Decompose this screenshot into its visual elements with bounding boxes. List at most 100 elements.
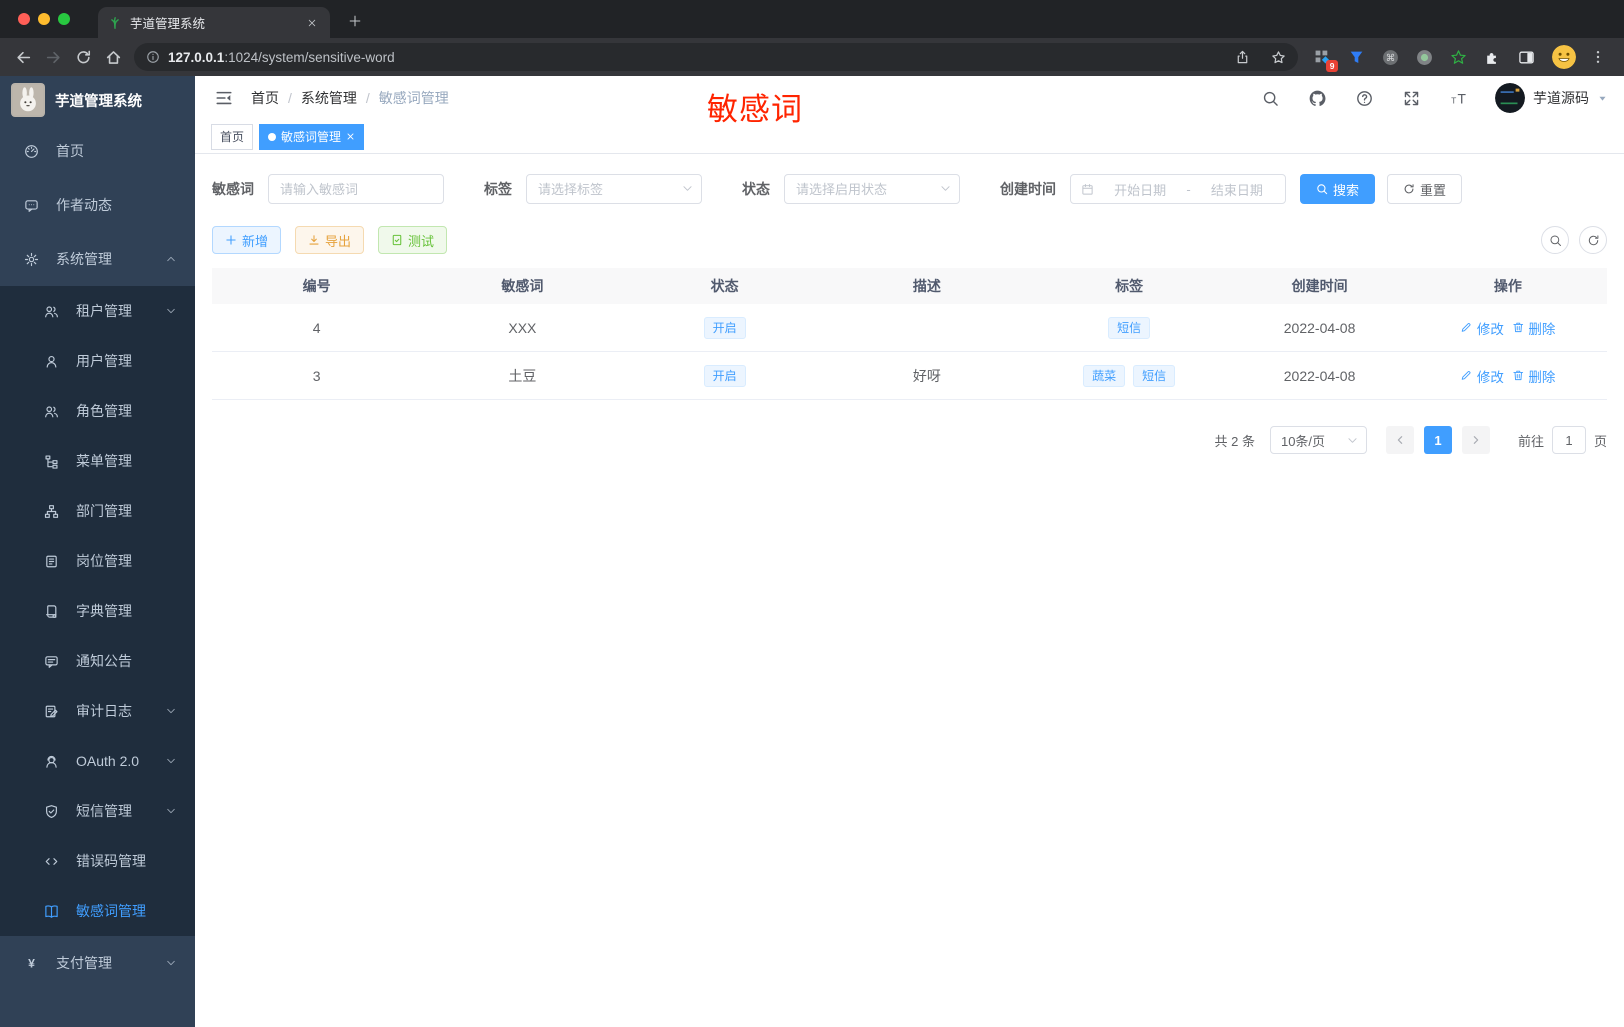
delete-button[interactable]: 删除 — [1512, 366, 1555, 386]
tag-chip: 短信 — [1108, 316, 1151, 339]
page-size-select[interactable] — [1269, 426, 1367, 454]
sidebar-subitem[interactable]: 错误码管理 — [0, 836, 195, 886]
zoom-window-button[interactable] — [58, 13, 70, 25]
filter-form: 敏感词 标签 状态 创建时间 开始 — [212, 174, 1607, 204]
sidebar-subitem[interactable]: 角色管理 — [0, 386, 195, 436]
sidebar-subitem[interactable]: 字典管理 — [0, 586, 195, 636]
sidebar-item[interactable]: 作者动态 — [0, 178, 195, 232]
action-label: 修改 — [1476, 321, 1504, 337]
table-row: 3 土豆 开启 好呀 蔬菜 短信 2022-04-08 修改 删除 — [212, 352, 1607, 400]
extension-command-icon[interactable]: ⌘ — [1378, 45, 1402, 69]
sidebar-subitem[interactable]: 短信管理 — [0, 786, 195, 836]
sidebar-item-label: 作者动态 — [56, 197, 112, 213]
sidebar-subitem[interactable]: 部门管理 — [0, 486, 195, 536]
sidebar-logo[interactable]: 芋道管理系统 — [0, 76, 195, 124]
date-separator: - — [1186, 181, 1191, 197]
status-select[interactable] — [784, 174, 960, 204]
new-tab-button[interactable] — [342, 8, 368, 34]
minimize-window-button[interactable] — [38, 13, 50, 25]
reset-button[interactable]: 重置 — [1387, 174, 1463, 204]
sidebar-fold-icon[interactable] — [211, 85, 237, 111]
close-icon[interactable] — [346, 132, 355, 141]
sidebar-subitem[interactable]: 岗位管理 — [0, 536, 195, 586]
refresh-icon — [1403, 183, 1415, 195]
browser-menu-icon[interactable] — [1586, 45, 1610, 69]
prev-page-button[interactable] — [1385, 426, 1414, 454]
toggle-search-button[interactable] — [1541, 226, 1569, 254]
next-page-button[interactable] — [1461, 426, 1490, 454]
goto-page-input[interactable] — [1551, 426, 1586, 454]
share-icon[interactable] — [1228, 43, 1256, 71]
site-info-icon[interactable] — [146, 50, 160, 64]
add-button[interactable]: 新增 — [212, 226, 282, 254]
edit-button[interactable]: 修改 — [1460, 366, 1504, 386]
sidebar-subitem[interactable]: 租户管理 — [0, 286, 195, 336]
test-button[interactable]: 测试 — [378, 226, 448, 254]
sidebar-item[interactable]: 首页 — [0, 124, 195, 178]
forward-button[interactable] — [38, 42, 68, 72]
column-header: 敏感词 — [501, 278, 544, 294]
sidebar-subitem[interactable]: 通知公告 — [0, 636, 195, 686]
address-bar[interactable]: 127.0.0.1:1024/system/sensitive-word — [134, 43, 1298, 71]
extensions-puzzle-icon[interactable] — [1480, 45, 1504, 69]
fullscreen-icon[interactable] — [1399, 86, 1423, 110]
back-button[interactable] — [8, 42, 38, 72]
tag-select[interactable] — [526, 174, 702, 204]
extension-funnel-icon[interactable] — [1344, 45, 1368, 69]
cell-created-at: 2022-04-08 — [1283, 367, 1356, 384]
user-menu[interactable]: 芋道源码 — [1495, 83, 1608, 113]
github-icon[interactable] — [1305, 86, 1329, 110]
delete-button[interactable]: 删除 — [1512, 318, 1556, 338]
sidebar-item[interactable]: 系统管理 — [0, 232, 195, 286]
cell-tags: 蔬菜 短信 — [1028, 364, 1230, 387]
tags-view-tab[interactable]: 首页 — [211, 123, 254, 150]
tags-view-tab[interactable]: 敏感词管理 — [259, 123, 365, 150]
sidebar-item-label: 首页 — [56, 143, 84, 159]
sidebar-subitem[interactable]: 用户管理 — [0, 336, 195, 386]
edit-button[interactable]: 修改 — [1460, 318, 1504, 338]
browser-profile-avatar[interactable] — [1552, 45, 1576, 69]
breadcrumb-item[interactable]: 首页 — [251, 88, 279, 108]
tab-close-icon[interactable] — [304, 15, 320, 31]
url-path: :1024/system/sensitive-word — [224, 49, 395, 65]
sidebar-item-label: 支付管理 — [56, 955, 112, 971]
refresh-table-button[interactable] — [1579, 226, 1607, 254]
sidebar-item[interactable]: ¥ 支付管理 — [0, 936, 195, 990]
search-icon — [1316, 183, 1328, 195]
split-view-icon[interactable] — [1514, 45, 1538, 69]
chevron-down-icon — [165, 805, 177, 817]
bookmark-star-icon[interactable] — [1264, 43, 1292, 71]
search-button[interactable]: 搜索 — [1300, 174, 1376, 204]
sidebar-subitem[interactable]: 菜单管理 — [0, 436, 195, 486]
keyword-input[interactable] — [268, 174, 444, 204]
breadcrumb-item[interactable]: 系统管理 — [301, 88, 357, 108]
sidebar-subitem[interactable]: OAuth 2.0 — [0, 736, 195, 786]
tag-label: 标签 — [484, 181, 512, 197]
table-row: 4 XXX 开启 短信 2022-04-08 修改 删除 — [212, 304, 1607, 352]
extension-grid-icon[interactable]: 9 — [1310, 45, 1338, 72]
table-body: 4 XXX 开启 短信 2022-04-08 修改 删除 3 土豆 开启 好呀 蔬菜 短信 2022-04… — [212, 304, 1607, 400]
font-size-icon[interactable]: TT — [1446, 86, 1470, 110]
current-page-button[interactable]: 1 — [1423, 426, 1452, 454]
sidebar-subitem[interactable]: 审计日志 — [0, 686, 195, 736]
sidebar-item-label: 菜单管理 — [76, 453, 132, 469]
app-title: 芋道管理系统 — [55, 93, 142, 110]
url-text[interactable]: 127.0.0.1:1024/system/sensitive-word — [168, 50, 1220, 65]
action-label: 删除 — [1528, 321, 1556, 337]
date-range-picker[interactable]: 开始日期 - 结束日期 — [1070, 174, 1286, 204]
help-icon[interactable] — [1352, 86, 1376, 110]
cell-created-at: 2022-04-08 — [1283, 319, 1356, 336]
status-label: 状态 — [742, 181, 770, 197]
extension-recorder-icon[interactable] — [1412, 45, 1436, 69]
shield-icon — [44, 804, 60, 819]
browser-tab[interactable]: 芋道管理系统 — [98, 7, 330, 38]
reload-button[interactable] — [68, 42, 98, 72]
close-window-button[interactable] — [18, 13, 30, 25]
home-button[interactable] — [98, 42, 128, 72]
extension-star-icon[interactable] — [1446, 45, 1470, 69]
screen: 芋道管理系统 127.0.0.1:1024/system/sensitive-w… — [0, 0, 1624, 1027]
page-size-value[interactable] — [1269, 426, 1367, 454]
sidebar-subitem[interactable]: 敏感词管理 — [0, 886, 195, 936]
search-icon[interactable] — [1258, 86, 1282, 110]
export-button[interactable]: 导出 — [295, 226, 365, 254]
